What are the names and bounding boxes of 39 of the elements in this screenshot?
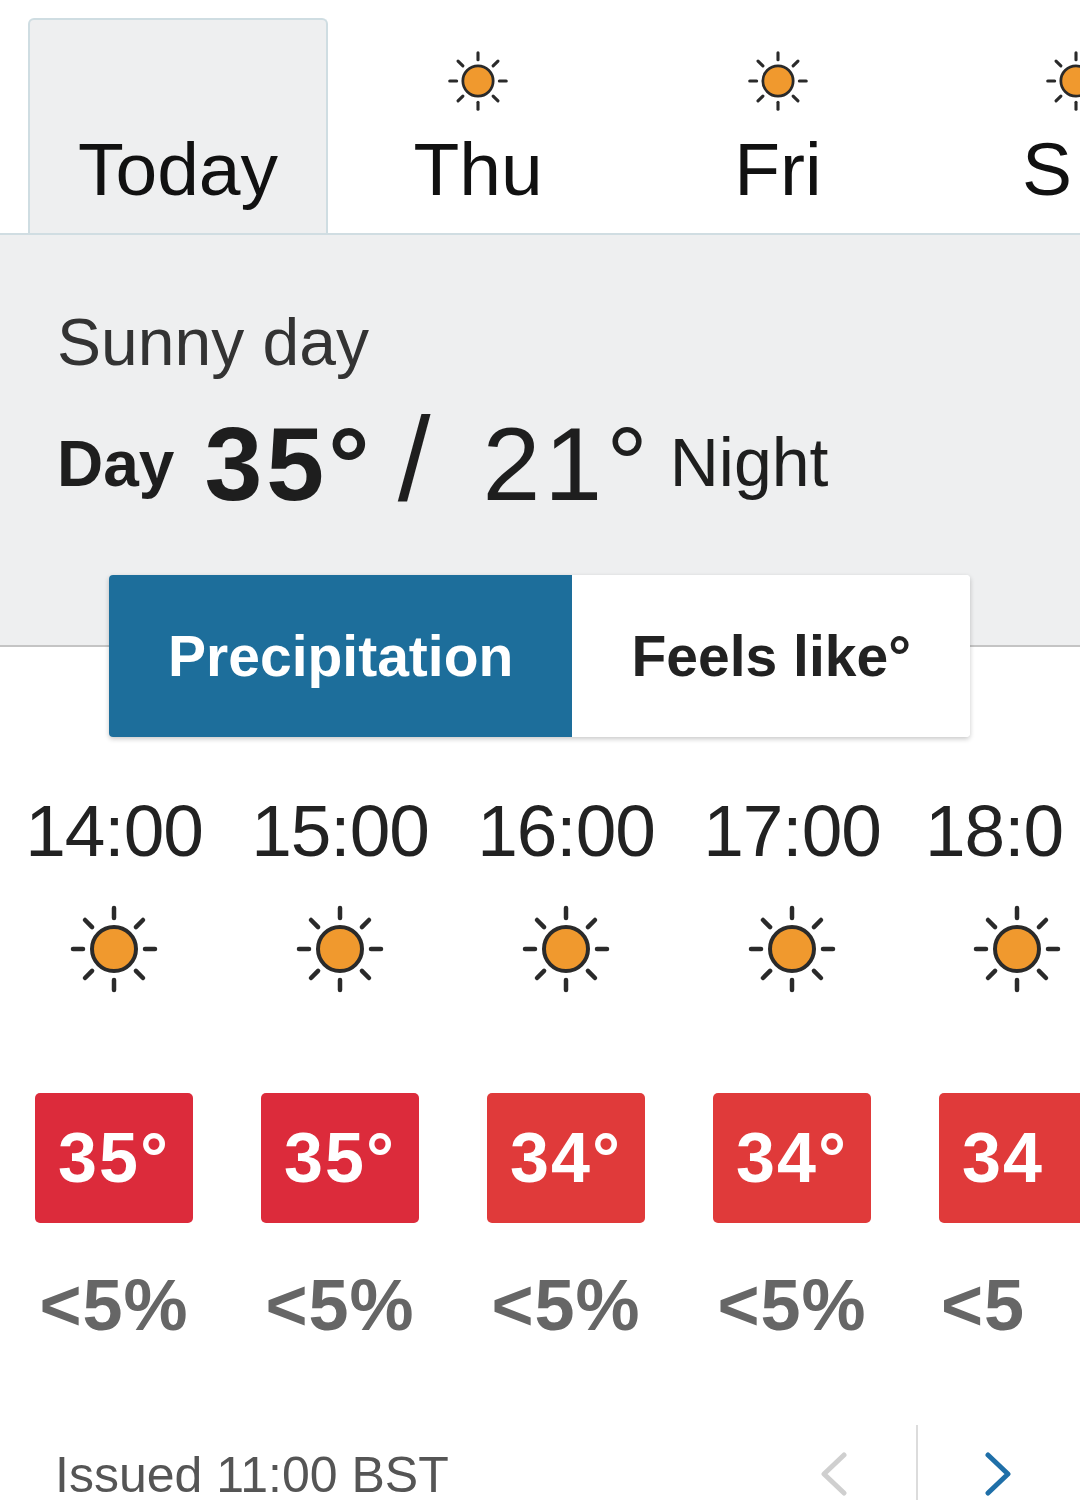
hour-label: 15:00 xyxy=(251,789,429,873)
hour-label: 18:0 xyxy=(925,789,1064,873)
chevron-left-icon xyxy=(818,1452,850,1496)
precipitation-chance: <5 xyxy=(941,1265,1026,1345)
sun-icon xyxy=(69,904,159,994)
day-label: Day xyxy=(57,427,175,502)
temperature-badge: 34° xyxy=(713,1093,871,1223)
day-tab[interactable]: Today xyxy=(28,18,328,233)
night-label: Night xyxy=(669,423,829,502)
temperature-badge: 35° xyxy=(261,1093,419,1223)
day-tab[interactable]: Thu xyxy=(328,18,628,233)
precipitation-chance: <5% xyxy=(491,1265,641,1345)
precipitation-chance: <5% xyxy=(265,1265,415,1345)
hour-label: 17:00 xyxy=(703,789,881,873)
day-temperature: 35° xyxy=(204,405,374,524)
temperature-badge: 34° xyxy=(487,1093,645,1223)
hour-label: 14:00 xyxy=(25,789,203,873)
day-tab[interactable]: S xyxy=(928,18,1080,233)
day-tab[interactable]: Fri xyxy=(628,18,928,233)
view-toggle-button[interactable]: Feels like° xyxy=(572,575,970,737)
sun-icon xyxy=(972,904,1062,994)
issued-time: Issued 11:00 BST xyxy=(55,1450,449,1500)
sun-icon xyxy=(295,904,385,994)
temperature-badge: 34 xyxy=(939,1093,1080,1223)
sun-icon xyxy=(747,50,809,112)
temperature-badge: 35° xyxy=(35,1093,193,1223)
sun-icon xyxy=(521,904,611,994)
chevron-right-icon xyxy=(982,1452,1014,1496)
sun-icon xyxy=(747,904,837,994)
precipitation-chance: <5% xyxy=(717,1265,867,1345)
weather-description: Sunny day xyxy=(57,304,370,380)
temperature-separator: / xyxy=(397,399,431,519)
night-temperature: 21° xyxy=(482,405,652,524)
view-toggle-button[interactable]: Precipitation xyxy=(109,575,573,737)
next-button[interactable] xyxy=(982,1452,1014,1496)
precipitation-chance: <5% xyxy=(39,1265,189,1345)
sun-icon xyxy=(447,50,509,112)
hour-label: 16:00 xyxy=(477,789,655,873)
sun-icon xyxy=(1045,50,1080,112)
